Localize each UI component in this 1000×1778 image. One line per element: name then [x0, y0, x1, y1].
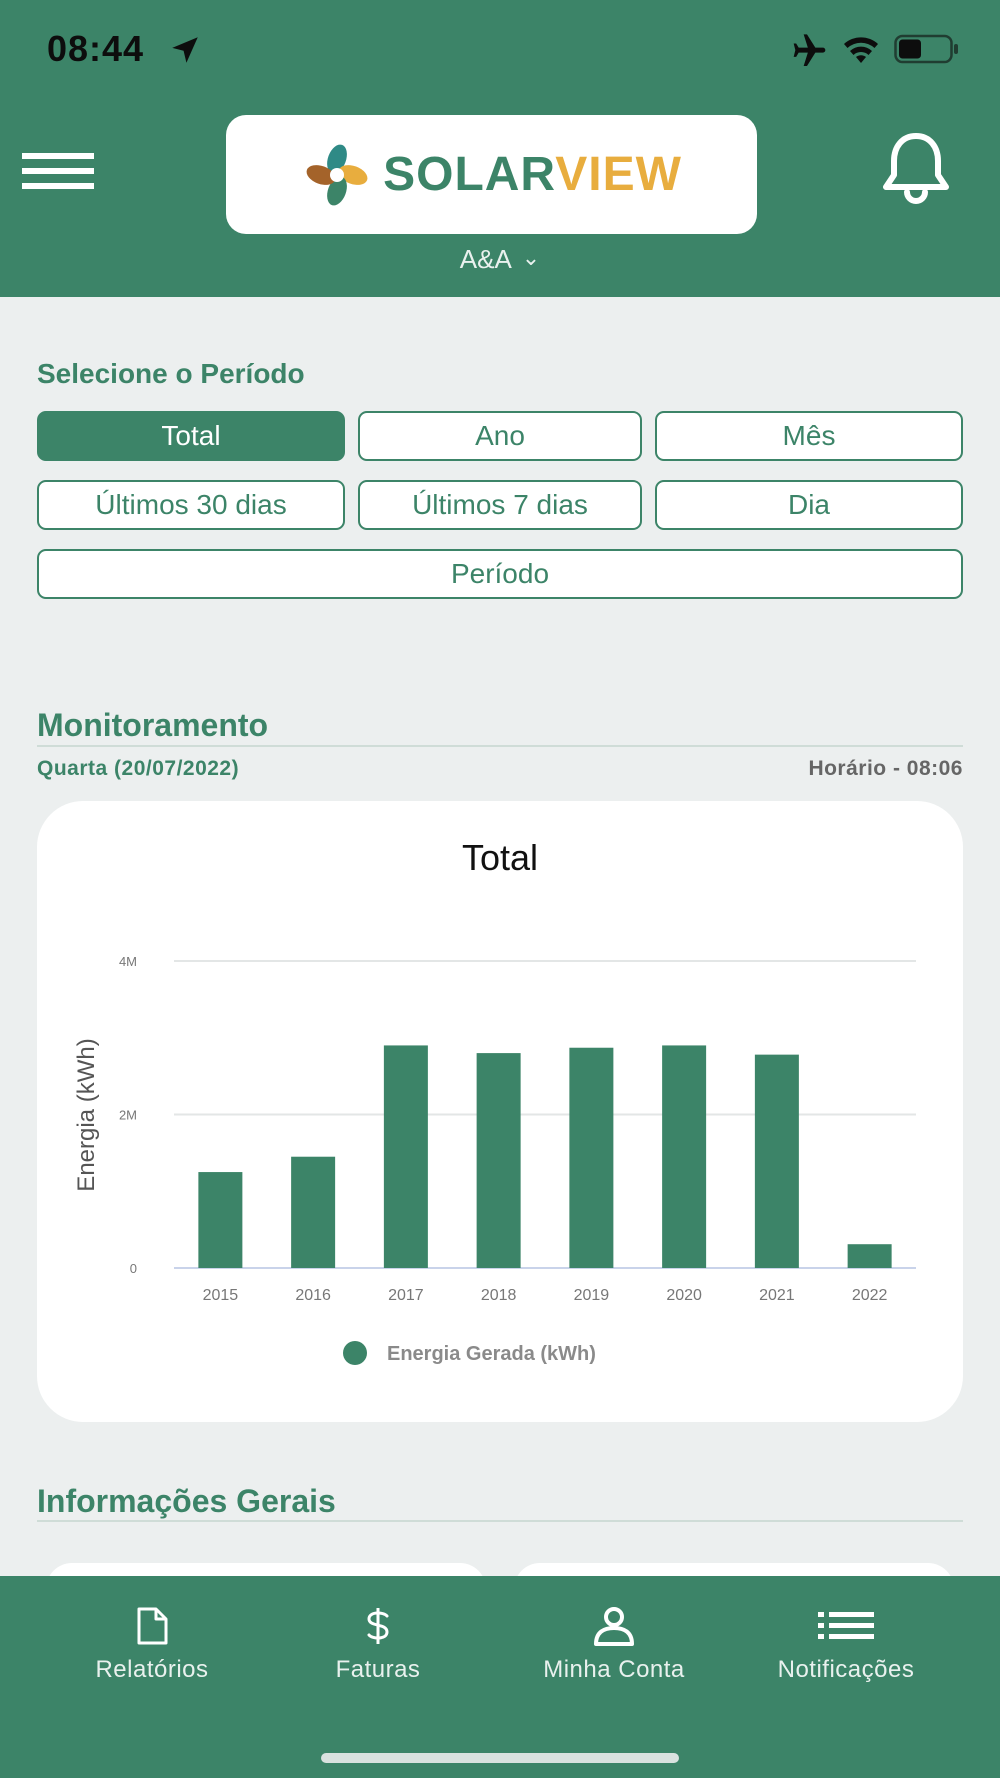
chart-bar [198, 1172, 243, 1268]
chevron-down-icon: ⌄ [521, 245, 541, 270]
monitor-time: Horário - 08:06 [808, 757, 963, 780]
document-icon [137, 1607, 168, 1645]
period-button-total[interactable]: Total [37, 411, 345, 461]
nav-relatorios-label: Relatórios [95, 1656, 209, 1683]
period-button-7-dias[interactable]: Últimos 7 dias [358, 480, 642, 530]
chart-bar [847, 1244, 892, 1268]
chart-xtick-label: 2015 [203, 1287, 239, 1304]
info-divider [37, 1520, 963, 1522]
period-button-ano[interactable]: Ano [358, 411, 642, 461]
nav-faturas-label: Faturas [335, 1656, 421, 1683]
dollar-icon [367, 1608, 389, 1644]
chart-bar [569, 1047, 614, 1268]
monitor-date: Quarta (20/07/2022) [37, 757, 240, 780]
hamburger-menu-icon[interactable] [22, 153, 94, 197]
nav-faturas[interactable]: Faturas [278, 1606, 478, 1684]
chart-title: Total [462, 837, 538, 878]
chart-ytick-label: 2M [119, 1108, 137, 1123]
solarview-logo: SOLARVIEW [226, 115, 757, 234]
chart-bar [291, 1156, 336, 1268]
bottom-navigation: Relatórios Faturas Minha Conta Notificaç… [0, 1576, 1000, 1778]
chart-xtick-label: 2017 [388, 1287, 424, 1304]
airplane-mode-icon [793, 34, 826, 66]
chart-ytick-label: 4M [119, 954, 137, 969]
chart-xtick-label: 2016 [295, 1287, 331, 1304]
energy-bar-chart: Total Energia (kWh) 0 2M 4M 2015 2016 2017 20… [73, 837, 916, 1365]
list-icon [818, 1612, 874, 1639]
status-bar: 08:44 [0, 0, 1000, 100]
chart-ytick-label: 0 [130, 1261, 137, 1276]
bell-icon[interactable] [876, 130, 956, 206]
account-selector[interactable]: A&A ⌄ [0, 244, 1000, 275]
period-button-dia[interactable]: Dia [655, 480, 963, 530]
chart-xtick-label: 2021 [759, 1287, 795, 1304]
chart-xtick-label: 2019 [574, 1287, 610, 1304]
chart-bar [754, 1054, 799, 1268]
chart-bar [476, 1053, 521, 1268]
nav-notificacoes-label: Notificações [777, 1656, 915, 1683]
chart-card: Total Energia (kWh) 0 2M 4M 2015 2016 2017 20… [37, 801, 963, 1422]
battery-icon [894, 34, 958, 64]
chart-xtick-label: 2022 [852, 1287, 888, 1304]
wifi-icon [844, 37, 878, 63]
status-time: 08:44 [47, 28, 145, 69]
user-icon [594, 1607, 634, 1646]
monitor-divider [37, 745, 963, 747]
location-arrow-icon [172, 37, 198, 63]
chart-legend-marker [343, 1341, 367, 1365]
chart-xtick-label: 2018 [481, 1287, 517, 1304]
chart-legend-label: Energia Gerada (kWh) [387, 1343, 596, 1365]
nav-notificacoes[interactable]: Notificações [746, 1606, 946, 1684]
account-name: A&A [459, 244, 512, 274]
app-header: 08:44 SOLARVIEW A&A ⌄ [0, 0, 1000, 297]
nav-minha-conta[interactable]: Minha Conta [514, 1606, 714, 1684]
monitor-section-title: Monitoramento [37, 707, 269, 743]
period-section-title: Selecione o Período [37, 358, 305, 389]
chart-xtick-label: 2020 [666, 1287, 702, 1304]
solarview-logo-mark [306, 144, 368, 205]
chart-bar [662, 1045, 707, 1268]
nav-minha-conta-label: Minha Conta [543, 1656, 685, 1683]
chart-bar [383, 1045, 428, 1268]
period-button-30-dias[interactable]: Últimos 30 dias [37, 480, 345, 530]
chart-ylabel: Energia (kWh) [73, 1038, 100, 1191]
home-indicator [321, 1753, 679, 1763]
nav-relatorios[interactable]: Relatórios [52, 1606, 252, 1684]
period-button-mes[interactable]: Mês [655, 411, 963, 461]
logo-text: SOLARVIEW [383, 148, 682, 201]
info-section-title: Informações Gerais [37, 1483, 336, 1519]
period-button-periodo[interactable]: Período [37, 549, 963, 599]
